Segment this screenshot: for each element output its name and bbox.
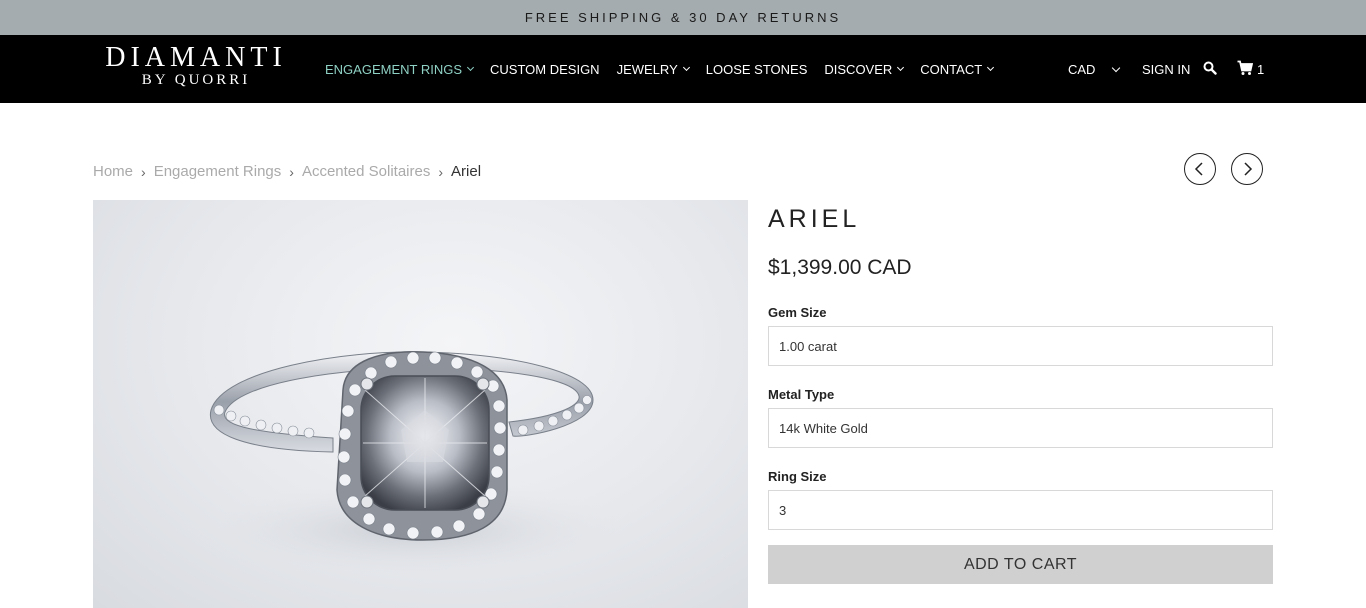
- ring-size-select[interactable]: 3: [768, 490, 1273, 530]
- nav-item-label: LOOSE STONES: [705, 61, 808, 77]
- chevron-down-icon: [897, 63, 905, 72]
- nav-item-loose-stones[interactable]: LOOSE STONES: [706, 62, 808, 77]
- nav-item-label: ENGAGEMENT RINGS: [325, 61, 463, 77]
- product-price: $1,399.00 CAD: [768, 256, 912, 279]
- main-menu: ENGAGEMENT RINGS CUSTOM DESIGN JEWELRY L…: [325, 35, 1010, 103]
- nav-item-engagement-rings[interactable]: ENGAGEMENT RINGS: [325, 61, 475, 77]
- nav-item-label: JEWELRY: [616, 61, 678, 77]
- sign-in-link[interactable]: SIGN IN: [1142, 62, 1190, 77]
- metal-type-label: Metal Type: [768, 387, 835, 402]
- breadcrumb-accented-solitaires[interactable]: Accented Solitaires: [302, 163, 430, 180]
- chevron-left-icon: [1194, 162, 1203, 176]
- search-icon[interactable]: [1203, 61, 1217, 75]
- chevron-down-icon: [987, 63, 995, 72]
- gem-size-select[interactable]: 1.00 carat: [768, 326, 1273, 366]
- nav-item-jewelry[interactable]: JEWELRY: [616, 61, 690, 77]
- nav-item-discover[interactable]: DISCOVER: [824, 61, 905, 77]
- brand-line2: BY QUORRI: [141, 72, 251, 88]
- breadcrumb-separator: ›: [438, 163, 444, 180]
- brand-line1: DIAMANTI: [105, 42, 287, 73]
- nav-item-custom-design[interactable]: CUSTOM DESIGN: [490, 62, 600, 77]
- ring-size-label: Ring Size: [768, 469, 827, 484]
- chevron-right-icon: [1244, 162, 1253, 176]
- nav-item-label: CONTACT: [920, 61, 983, 77]
- main-navbar: DIAMANTI BY QUORRI ENGAGEMENT RINGS CUST…: [0, 35, 1366, 103]
- breadcrumb-separator: ›: [141, 163, 146, 180]
- breadcrumb: Home › Engagement Rings › Accented Solit…: [93, 163, 481, 180]
- breadcrumb-separator: ›: [289, 163, 294, 180]
- metal-type-select[interactable]: 14k White Gold: [768, 408, 1273, 448]
- cart-icon[interactable]: [1237, 60, 1253, 76]
- breadcrumb-engagement-rings[interactable]: Engagement Rings: [154, 163, 282, 180]
- brand-logo[interactable]: DIAMANTI BY QUORRI: [93, 42, 299, 88]
- product-image[interactable]: [93, 200, 748, 608]
- nav-item-contact[interactable]: CONTACT: [920, 61, 995, 77]
- breadcrumb-home[interactable]: Home: [93, 163, 133, 180]
- nav-item-label: CUSTOM DESIGN: [490, 61, 600, 77]
- currency-value: CAD: [1068, 62, 1096, 77]
- chevron-down-icon: [682, 63, 690, 72]
- nav-item-label: DISCOVER: [824, 61, 893, 77]
- currency-selector[interactable]: CAD: [1068, 62, 1121, 77]
- cart-count[interactable]: 1: [1257, 62, 1264, 77]
- chevron-down-icon: [1112, 63, 1121, 73]
- ring-illustration: [183, 351, 643, 580]
- product-title: ARIEL: [768, 205, 861, 233]
- breadcrumb-current: Ariel: [451, 163, 482, 180]
- previous-product-button[interactable]: [1184, 153, 1216, 185]
- next-product-button[interactable]: [1231, 153, 1263, 185]
- chevron-down-icon: [466, 63, 475, 72]
- gem-size-label: Gem Size: [768, 305, 827, 320]
- add-to-cart-button[interactable]: ADD TO CART: [768, 545, 1273, 584]
- promo-banner: FREE SHIPPING & 30 DAY RETURNS: [0, 0, 1366, 35]
